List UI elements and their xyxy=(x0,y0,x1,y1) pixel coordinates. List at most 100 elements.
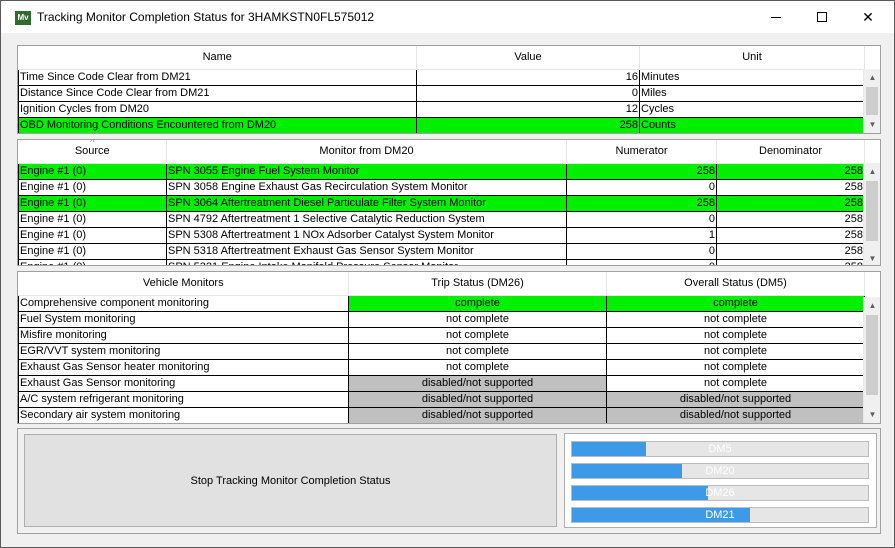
table-row[interactable]: Exhaust Gas Sensor heater monitoring not … xyxy=(18,359,865,376)
table-row[interactable]: Time Since Code Clear from DM21 16 Minutes xyxy=(18,69,865,86)
table-row[interactable]: Engine #1 (0)SPN 5321 Engine Intake Mani… xyxy=(18,259,865,265)
table-row[interactable]: Comprehensive component monitoring comple… xyxy=(18,295,865,312)
cell-num: 258 xyxy=(566,163,717,180)
cell-monitor: EGR/VVT system monitoring xyxy=(18,343,349,360)
cell-trip-status: not complete xyxy=(348,311,607,328)
cell-name: Ignition Cycles from DM20 xyxy=(18,101,417,118)
progress-label: DM20 xyxy=(705,465,735,477)
close-icon: ✕ xyxy=(862,8,874,25)
table-row[interactable]: Fuel System monitoring not complete not co… xyxy=(18,311,865,328)
title-bar[interactable]: Mv Tracking Monitor Completion Status fo… xyxy=(1,1,894,33)
cell-source: Engine #1 (0) xyxy=(18,227,167,244)
table-row[interactable]: Misfire monitoring not complete not comple… xyxy=(18,327,865,344)
vehicle-monitors-table[interactable]: Vehicle Monitors Trip Status (DM26) Overal… xyxy=(17,271,881,424)
cell-unit: Miles xyxy=(639,85,865,102)
cell-unit: Minutes xyxy=(639,69,865,86)
cell-trip-status: disabled/not supported xyxy=(348,407,607,423)
dm5-progress: DM5 xyxy=(571,441,869,457)
cell-overall-status: not complete xyxy=(606,359,865,376)
app-icon: Mv xyxy=(15,11,31,25)
cell-monitor: SPN 5308 Aftertreatment 1 NOx Adsorber C… xyxy=(166,227,567,244)
table-row[interactable]: Ignition Cycles from DM20 12 Cycles xyxy=(18,101,865,118)
cell-monitor: Secondary air system monitoring xyxy=(18,407,349,423)
progress-label: DM26 xyxy=(705,487,735,499)
column-header[interactable]: Name xyxy=(18,46,417,70)
column-header[interactable]: Numerator xyxy=(566,140,717,164)
table-row[interactable]: Engine #1 (0) SPN 5308 Aftertreatment 1 N… xyxy=(18,227,865,244)
cell-overall-status: not complete xyxy=(606,343,865,360)
minimize-button[interactable] xyxy=(753,1,799,33)
column-header[interactable]: Unit xyxy=(639,46,865,70)
table-row[interactable]: OBD Monitoring Conditions Encountered fr… xyxy=(18,117,865,133)
progress-label: DM21 xyxy=(705,509,735,521)
column-header[interactable]: Monitor from DM20 xyxy=(166,140,567,164)
code-clear-table[interactable]: Name Value Unit Time Since Code Clear from… xyxy=(17,45,881,134)
cell-num: 258 xyxy=(566,195,717,212)
table-row[interactable]: Distance Since Code Clear from DM21 0 Mile… xyxy=(18,85,865,102)
cell-name: Time Since Code Clear from DM21 xyxy=(18,69,417,86)
scroll-up-icon[interactable]: ▲ xyxy=(864,297,880,314)
column-header[interactable]: Source ^ xyxy=(18,140,167,164)
scroll-up-icon[interactable]: ▲ xyxy=(864,163,880,180)
column-header[interactable]: Overall Status (DM5) xyxy=(606,272,865,296)
cell-num: 0 xyxy=(566,243,717,260)
cell-overall-status: disabled/not supported xyxy=(606,391,865,408)
cell-monitor: Exhaust Gas Sensor heater monitoring xyxy=(18,359,349,376)
maximize-icon xyxy=(817,12,827,22)
progress-label: DM5 xyxy=(708,443,732,455)
cell-trip-status: disabled/not supported xyxy=(348,391,607,408)
scroll-up-icon[interactable]: ▲ xyxy=(864,69,880,86)
table-row[interactable]: EGR/VVT system monitoring not complete not… xyxy=(18,343,865,360)
scroll-thumb[interactable] xyxy=(866,87,878,115)
cell-den: 258 xyxy=(716,243,865,260)
close-button[interactable]: ✕ xyxy=(845,1,891,33)
stop-tracking-button[interactable]: Stop Tracking Monitor Completion Status xyxy=(24,434,557,527)
bottom-panel: Stop Tracking Monitor Completion Status … xyxy=(17,428,881,534)
table-row[interactable]: Secondary air system monitoring disabled/… xyxy=(18,407,865,423)
cell-unit: Cycles xyxy=(639,101,865,118)
scroll-down-icon[interactable]: ▼ xyxy=(864,250,880,265)
cell-name: Distance Since Code Clear from DM21 xyxy=(18,85,417,102)
cell-name: OBD Monitoring Conditions Encountered fr… xyxy=(18,117,417,133)
table-scrollbar[interactable]: ▲ ▼ xyxy=(863,69,880,133)
cell-den: 258 xyxy=(716,227,865,244)
column-header[interactable]: Value xyxy=(416,46,640,70)
cell-den: 258 xyxy=(716,179,865,196)
cell-value: 16 xyxy=(416,69,640,86)
cell-trip-status: disabled/not supported xyxy=(348,375,607,392)
table-scrollbar[interactable]: ▲ ▼ xyxy=(863,297,880,423)
cell-unit: Counts xyxy=(639,117,865,133)
cell-overall-status: not complete xyxy=(606,375,865,392)
scroll-thumb[interactable] xyxy=(866,181,878,241)
column-header[interactable]: Denominator xyxy=(716,140,865,164)
cell-overall-status: disabled/not supported xyxy=(606,407,865,423)
column-header[interactable]: Trip Status (DM26) xyxy=(348,272,607,296)
monitor-ratio-table[interactable]: Source ^ Monitor from DM20 Numerator Denomin… xyxy=(17,139,881,266)
table-scrollbar[interactable]: ▲ ▼ xyxy=(863,163,880,265)
scroll-down-icon[interactable]: ▼ xyxy=(864,116,880,133)
cell-value: 12 xyxy=(416,101,640,118)
scroll-down-icon[interactable]: ▼ xyxy=(864,406,880,423)
table-row[interactable]: Engine #1 (0) SPN 5318 Aftertreatment Exh… xyxy=(18,243,865,260)
cell-trip-status: not complete xyxy=(348,327,607,344)
table-row[interactable]: A/C system refrigerant monitoring disable… xyxy=(18,391,865,408)
cell-monitor: A/C system refrigerant monitoring xyxy=(18,391,349,408)
scroll-thumb[interactable] xyxy=(866,315,878,395)
table-row[interactable]: Engine #1 (0) SPN 3058 Engine Exhaust Gas… xyxy=(18,179,865,196)
cell-source: Engine #1 (0) xyxy=(18,163,167,180)
cell-source: Engine #1 (0) xyxy=(18,195,167,212)
maximize-button[interactable] xyxy=(799,1,845,33)
table-row[interactable]: Engine #1 (0) SPN 4792 Aftertreatment 1 S… xyxy=(18,211,865,228)
column-header[interactable]: Vehicle Monitors xyxy=(18,272,349,296)
table-row[interactable]: Engine #1 (0) SPN 3064 Aftertreatment Die… xyxy=(18,195,865,212)
app-window: Mv Tracking Monitor Completion Status fo… xyxy=(0,0,895,548)
table-row[interactable]: Exhaust Gas Sensor monitoring disabled/no… xyxy=(18,375,865,392)
table-row[interactable]: Engine #1 (0) SPN 3055 Engine Fuel System… xyxy=(18,163,865,180)
progress-panel: DM5 DM20 DM26 DM21 xyxy=(564,433,877,528)
cell-overall-status: not complete xyxy=(606,311,865,328)
cell-source: Engine #1 (0) xyxy=(18,211,167,228)
cell-monitor: Exhaust Gas Sensor monitoring xyxy=(18,375,349,392)
window-title: Tracking Monitor Completion Status for 3… xyxy=(37,10,375,24)
cell-monitor: SPN 5318 Aftertreatment Exhaust Gas Sens… xyxy=(166,243,567,260)
cell-overall-status: not complete xyxy=(606,327,865,344)
